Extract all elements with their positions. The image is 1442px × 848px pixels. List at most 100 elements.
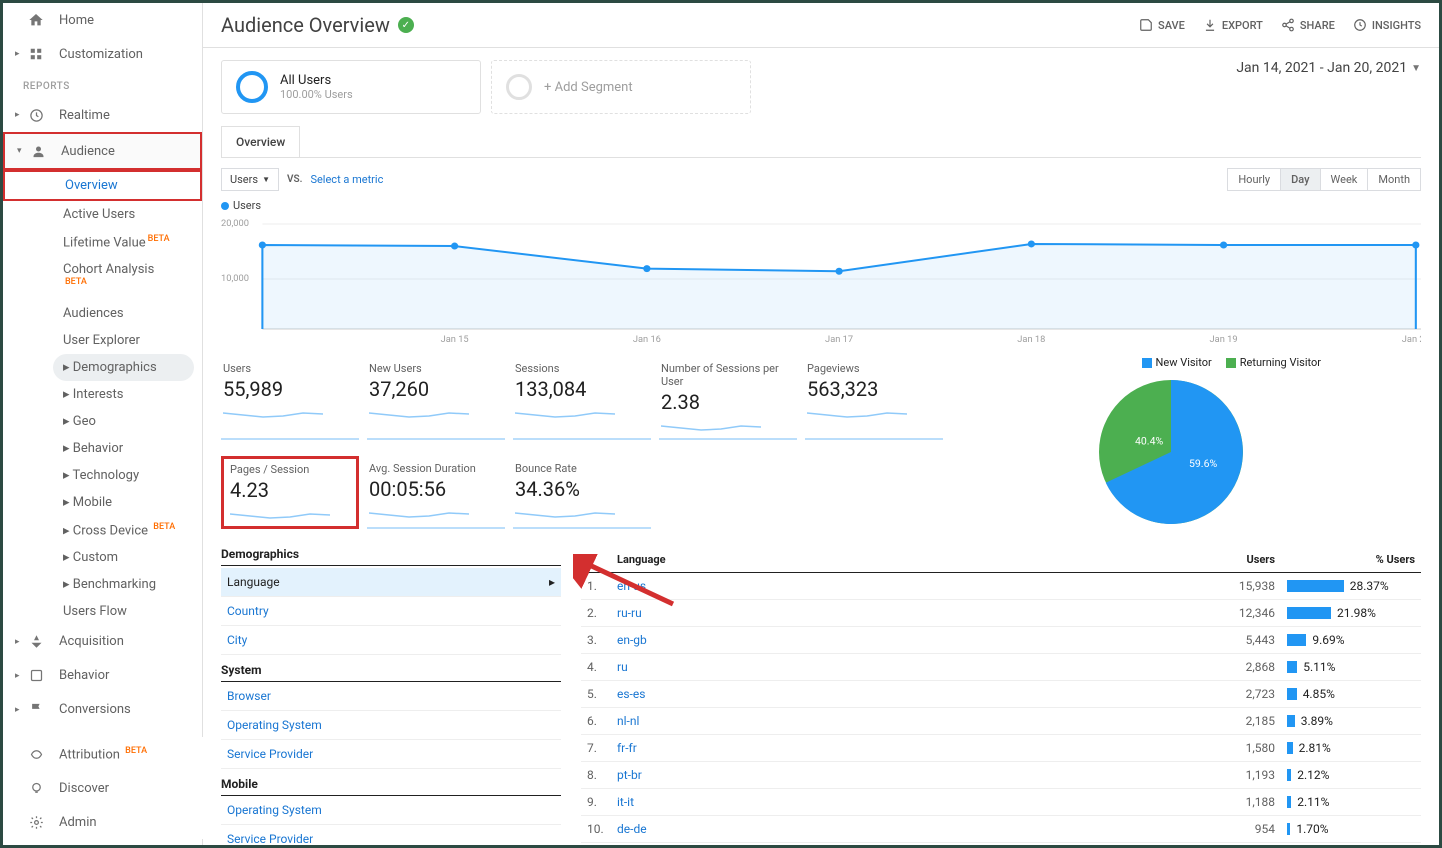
nav-audience[interactable]: ▾ Audience (5, 134, 200, 168)
sidebar-item-benchmarking[interactable]: ▸ Benchmarking (3, 571, 202, 598)
select-metric-link[interactable]: Select a metric (310, 173, 383, 186)
time-week[interactable]: Week (1320, 168, 1369, 191)
nav-home[interactable]: Home (3, 3, 202, 37)
date-range-picker[interactable]: Jan 14, 2021 - Jan 20, 2021 ▼ (1236, 60, 1421, 76)
caret-icon: ▸ (15, 705, 25, 715)
svg-text:Jan 20: Jan 20 (1402, 335, 1421, 344)
share-button[interactable]: SHARE (1281, 18, 1335, 32)
reports-header: REPORTS (3, 71, 202, 98)
metric-card[interactable]: New Users37,260 (367, 356, 505, 440)
metric-dropdown[interactable]: Users▼ (221, 168, 279, 191)
nav-realtime[interactable]: ▸ Realtime (3, 98, 202, 132)
sidebar-item-custom[interactable]: ▸ Custom (3, 544, 202, 571)
nav-attribution[interactable]: Attribution BETA (3, 737, 203, 771)
segment-all-users[interactable]: All Users 100.00% Users (221, 60, 481, 114)
table-row[interactable]: 8.pt-br1,1932.12% (581, 762, 1421, 789)
caret-icon: ▸ (15, 671, 25, 681)
metric-card[interactable]: Pages / Session4.23 (221, 456, 359, 529)
sidebar-item-mobile[interactable]: ▸ Mobile (3, 489, 202, 516)
chevron-right-icon: ▸ (549, 575, 555, 589)
nav-audience-label: Audience (61, 144, 188, 159)
metric-card[interactable]: Bounce Rate34.36% (513, 456, 651, 529)
 (1226, 358, 1236, 368)
sidebar-item-user-explorer[interactable]: User Explorer (3, 327, 202, 354)
save-button[interactable]: SAVE (1139, 18, 1185, 32)
demo-city[interactable]: City (221, 626, 561, 655)
table-row[interactable]: 6.nl-nl2,1853.89% (581, 708, 1421, 735)
pie-chart[interactable]: 40.4% 59.6% (1096, 377, 1246, 527)
sidebar-item-audiences[interactable]: Audiences (3, 300, 202, 327)
demographics-panel: Demographics Language▸ Country City Syst… (221, 547, 561, 845)
table-row[interactable]: 9.it-it1,1882.11% (581, 789, 1421, 816)
svg-text:10,000: 10,000 (221, 274, 249, 284)
time-hourly[interactable]: Hourly (1227, 168, 1281, 191)
svg-text:59.6%: 59.6% (1189, 457, 1217, 470)
sidebar-item-geo[interactable]: ▸ Geo (3, 408, 202, 435)
nav-discover[interactable]: Discover (3, 771, 203, 805)
tab-overview[interactable]: Overview (221, 126, 300, 157)
sidebar-item-behavior[interactable]: ▸ Behavior (3, 435, 202, 462)
metric-card[interactable]: Pageviews563,323 (805, 356, 943, 440)
flag-icon (27, 701, 45, 719)
nav-conversions[interactable]: ▸ Conversions (3, 693, 202, 727)
segment-circle-icon (236, 71, 268, 103)
nav-admin[interactable]: Admin (3, 805, 203, 839)
table-row[interactable]: 3.en-gb5,4439.69% (581, 627, 1421, 654)
svg-text:Jan 19: Jan 19 (1210, 335, 1238, 344)
page-title: Audience Overview ✓ (221, 13, 414, 37)
insights-button[interactable]: INSIGHTS (1353, 18, 1421, 32)
customization-icon (27, 45, 45, 63)
sidebar-item-cross-device[interactable]: ▸ Cross Device BETA (3, 516, 202, 544)
nav-acquisition-label: Acquisition (59, 634, 190, 649)
legend-square-icon (1142, 358, 1152, 368)
metric-card[interactable]: Avg. Session Duration00:05:56 (367, 456, 505, 529)
table-row[interactable]: 4.ru2,8685.11% (581, 654, 1421, 681)
table-row[interactable]: 10.de-de9541.70% (581, 816, 1421, 843)
home-icon (27, 11, 45, 29)
demo-language[interactable]: Language▸ (221, 568, 561, 597)
metric-card[interactable]: Number of Sessions per User2.38 (659, 356, 797, 440)
add-segment-button[interactable]: + Add Segment (491, 60, 751, 114)
demo-mobile-os[interactable]: Operating System (221, 796, 561, 825)
caret-icon: ▸ (15, 110, 25, 120)
nav-realtime-label: Realtime (59, 108, 190, 123)
view-full-report-link[interactable]: view full report (581, 843, 1421, 845)
nav-behavior[interactable]: ▸ Behavior (3, 659, 202, 693)
sidebar-item-technology[interactable]: ▸ Technology (3, 462, 202, 489)
acquisition-icon (27, 633, 45, 651)
table-row[interactable]: 1.en-us15,93828.37% (581, 573, 1421, 600)
sidebar: Home ▸ Customization REPORTS ▸ Realtime … (3, 3, 203, 845)
svg-text:Jan 15: Jan 15 (441, 335, 469, 344)
time-month[interactable]: Month (1367, 168, 1421, 191)
demo-sp[interactable]: Service Provider (221, 740, 561, 769)
nav-customization[interactable]: ▸ Customization (3, 37, 202, 71)
sidebar-item-demographics[interactable]: ▸ Demographics (53, 354, 194, 381)
nav-customization-label: Customization (59, 47, 190, 62)
sidebar-item-cohort[interactable]: Cohort AnalysisBETA (3, 256, 202, 299)
table-row[interactable]: 7.fr-fr1,5802.81% (581, 735, 1421, 762)
svg-text:Jan 18: Jan 18 (1017, 335, 1045, 344)
sidebar-item-users-flow[interactable]: Users Flow (3, 598, 202, 625)
metric-card[interactable]: Users55,989 (221, 356, 359, 440)
demo-mobile-sp[interactable]: Service Provider (221, 825, 561, 845)
export-button[interactable]: EXPORT (1203, 18, 1263, 32)
metric-card[interactable]: Sessions133,084 (513, 356, 651, 440)
tabs: Overview (221, 126, 1421, 158)
demo-country[interactable]: Country (221, 597, 561, 626)
sidebar-item-interests[interactable]: ▸ Interests (3, 381, 202, 408)
table-row[interactable]: 2.ru-ru12,34621.98% (581, 600, 1421, 627)
demo-browser[interactable]: Browser (221, 682, 561, 711)
nav-behavior-label: Behavior (59, 668, 190, 683)
segment-circle-icon (506, 74, 532, 100)
clock-icon (27, 106, 45, 124)
table-row[interactable]: 5.es-es2,7234.85% (581, 681, 1421, 708)
sidebar-item-overview[interactable]: Overview (5, 172, 200, 199)
time-day[interactable]: Day (1280, 168, 1320, 191)
demo-os[interactable]: Operating System (221, 711, 561, 740)
sidebar-item-lifetime-value[interactable]: Lifetime ValueBETA (3, 228, 202, 256)
line-chart[interactable]: 20,000 10,000 Jan 15Jan 16Jan 17Jan 18Ja… (221, 214, 1421, 344)
caret-icon: ▸ (15, 49, 25, 59)
nav-acquisition[interactable]: ▸ Acquisition (3, 625, 202, 659)
sidebar-item-active-users[interactable]: Active Users (3, 201, 202, 228)
content: All Users 100.00% Users + Add Segment Ja… (203, 48, 1439, 845)
